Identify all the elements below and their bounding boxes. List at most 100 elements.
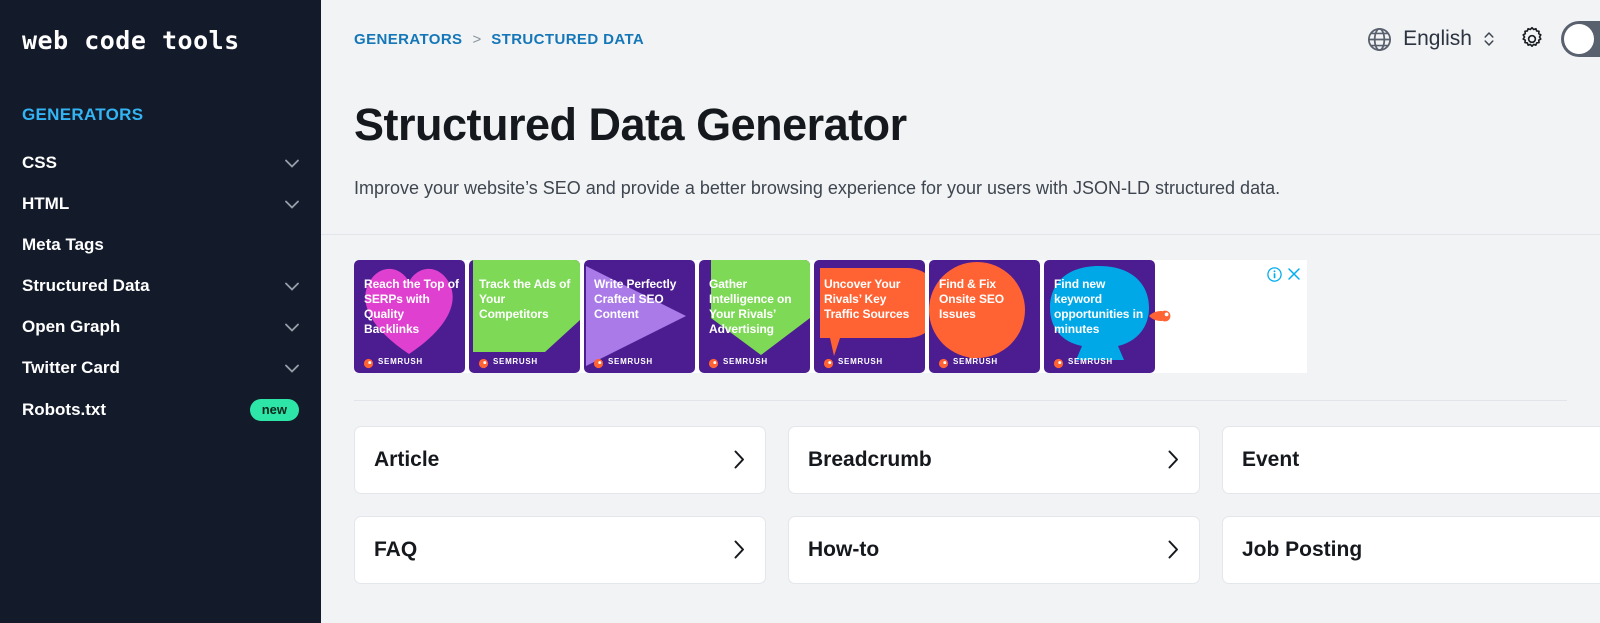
ad-brand-logo: SEMRUSH <box>478 356 538 367</box>
schema-card-label: How-to <box>808 538 879 562</box>
schema-card-job-posting[interactable]: Job Posting <box>1222 516 1600 584</box>
schema-types-grid: Article Breadcrumb Event <box>354 426 1600 584</box>
chevron-down-icon[interactable] <box>285 282 299 291</box>
semrush-comet-icon <box>593 356 604 367</box>
language-selector[interactable]: English <box>1367 27 1503 52</box>
brand-logo[interactable]: web code tools <box>0 0 321 55</box>
sidebar-item-label: Open Graph <box>22 317 120 337</box>
schema-types-region: Article Breadcrumb Event <box>321 401 1600 584</box>
schema-card-label: FAQ <box>374 538 417 562</box>
sidebar-item-twitter-card[interactable]: Twitter Card <box>0 348 321 389</box>
chevron-right-icon <box>734 540 745 559</box>
ad-card[interactable]: Find new keyword opportunities in minute… <box>1044 260 1155 373</box>
sidebar-item-robots-txt[interactable]: Robots.txt new <box>0 389 321 432</box>
ad-card-text: Uncover Your Rivals’ Key Traffic Sources <box>824 277 919 322</box>
sidebar-item-structured-data[interactable]: Structured Data <box>0 266 321 307</box>
semrush-comet-icon <box>1053 356 1064 367</box>
ad-brand-name: SEMRUSH <box>953 357 998 366</box>
sidebar-item-meta-tags[interactable]: Meta Tags <box>0 225 321 266</box>
ad-card[interactable]: Write Perfectly Crafted SEO Content SEMR… <box>584 260 695 373</box>
ad-card[interactable]: Uncover Your Rivals’ Key Traffic Sources… <box>814 260 925 373</box>
ad-controls <box>1267 267 1301 282</box>
ad-card[interactable]: Find & Fix Onsite SEO Issues SEMRUSH <box>929 260 1040 373</box>
sidebar-item-label: Twitter Card <box>22 358 120 378</box>
ad-card-text: Track the Ads of Your Competitors <box>479 277 574 322</box>
ad-brand-logo: SEMRUSH <box>1053 356 1113 367</box>
ad-brand-logo: SEMRUSH <box>938 356 998 367</box>
page-header: Structured Data Generator Improve your w… <box>321 78 1600 235</box>
gear-icon <box>1519 26 1545 52</box>
topbar: GENERATORS > STRUCTURED DATA <box>321 0 1600 78</box>
ad-brand-logo: SEMRUSH <box>708 356 768 367</box>
ad-brand-name: SEMRUSH <box>608 357 653 366</box>
ad-card-text: Find new keyword opportunities in minute… <box>1054 277 1149 337</box>
dark-mode-toggle[interactable] <box>1561 21 1600 57</box>
status-badge-new: new <box>250 399 299 421</box>
sidebar-section-generators: GENERATORS <box>0 105 321 125</box>
schema-card-event[interactable]: Event <box>1222 426 1600 494</box>
ad-brand-name: SEMRUSH <box>838 357 883 366</box>
chevron-down-icon[interactable] <box>285 323 299 332</box>
chevron-right-icon <box>1168 540 1179 559</box>
ad-card[interactable]: Gather Intelligence on Your Rivals’ Adve… <box>699 260 810 373</box>
ad-cta-area[interactable] <box>1155 260 1307 373</box>
ad-card-list: Reach the Top of SERPs with Quality Back… <box>354 260 1155 373</box>
language-value: English <box>1403 27 1472 51</box>
sidebar-item-label: Robots.txt <box>22 400 106 420</box>
chevron-right-icon <box>1168 450 1179 469</box>
main-content: GENERATORS > STRUCTURED DATA <box>321 0 1600 623</box>
close-icon[interactable] <box>1287 267 1301 281</box>
sidebar-item-css[interactable]: CSS <box>0 143 321 184</box>
sidebar-item-label: Meta Tags <box>22 235 104 255</box>
semrush-comet-icon <box>823 356 834 367</box>
schema-card-label: Event <box>1242 448 1299 472</box>
sidebar: web code tools GENERATORS CSS HTML Meta … <box>0 0 321 623</box>
sidebar-item-label: CSS <box>22 153 57 173</box>
chevron-down-icon[interactable] <box>285 200 299 209</box>
breadcrumb: GENERATORS > STRUCTURED DATA <box>354 31 644 48</box>
sidebar-item-open-graph[interactable]: Open Graph <box>0 307 321 348</box>
sidebar-item-label: HTML <box>22 194 69 214</box>
ad-banner[interactable]: Reach the Top of SERPs with Quality Back… <box>354 260 1307 373</box>
chevron-down-icon[interactable] <box>285 364 299 373</box>
chevron-right-icon <box>734 450 745 469</box>
breadcrumb-item-structured-data[interactable]: STRUCTURED DATA <box>491 31 644 48</box>
semrush-comet-icon <box>708 356 719 367</box>
ad-brand-name: SEMRUSH <box>723 357 768 366</box>
ad-card-text: Write Perfectly Crafted SEO Content <box>594 277 689 322</box>
ad-card-text: Gather Intelligence on Your Rivals’ Adve… <box>709 277 804 337</box>
chevron-down-icon[interactable] <box>285 159 299 168</box>
ad-brand-name: SEMRUSH <box>493 357 538 366</box>
page-subtitle: Improve your website’s SEO and provide a… <box>354 177 1567 200</box>
ad-card[interactable]: Track the Ads of Your Competitors SEMRUS… <box>469 260 580 373</box>
ad-brand-logo: SEMRUSH <box>363 356 423 367</box>
info-icon[interactable] <box>1267 267 1282 282</box>
ad-brand-logo: SEMRUSH <box>593 356 653 367</box>
schema-card-label: Breadcrumb <box>808 448 932 472</box>
breadcrumb-item-generators[interactable]: GENERATORS <box>354 31 462 48</box>
ad-card[interactable]: Reach the Top of SERPs with Quality Back… <box>354 260 465 373</box>
ad-card-text: Find & Fix Onsite SEO Issues <box>939 277 1034 322</box>
semrush-comet-icon <box>478 356 489 367</box>
schema-card-how-to[interactable]: How-to <box>788 516 1200 584</box>
ad-region: Reach the Top of SERPs with Quality Back… <box>321 235 1600 401</box>
semrush-comet-icon <box>938 356 949 367</box>
settings-button[interactable] <box>1503 26 1561 52</box>
sidebar-nav: GENERATORS CSS HTML Meta Tags Structured… <box>0 105 321 432</box>
schema-card-article[interactable]: Article <box>354 426 766 494</box>
schema-card-faq[interactable]: FAQ <box>354 516 766 584</box>
app-root: web code tools GENERATORS CSS HTML Meta … <box>0 0 1600 623</box>
schema-card-breadcrumb[interactable]: Breadcrumb <box>788 426 1200 494</box>
sidebar-item-label: Structured Data <box>22 276 150 296</box>
globe-icon <box>1367 27 1392 52</box>
ad-card-text: Reach the Top of SERPs with Quality Back… <box>364 277 459 337</box>
semrush-comet-icon <box>1148 308 1174 324</box>
sidebar-item-html[interactable]: HTML <box>0 184 321 225</box>
ad-brand-logo: SEMRUSH <box>823 356 883 367</box>
ad-brand-name: SEMRUSH <box>1068 357 1113 366</box>
breadcrumb-separator: > <box>472 31 481 48</box>
semrush-comet-icon <box>363 356 374 367</box>
schema-card-label: Article <box>374 448 439 472</box>
chevron-up-down-icon[interactable] <box>1483 29 1495 49</box>
schema-card-label: Job Posting <box>1242 538 1362 562</box>
